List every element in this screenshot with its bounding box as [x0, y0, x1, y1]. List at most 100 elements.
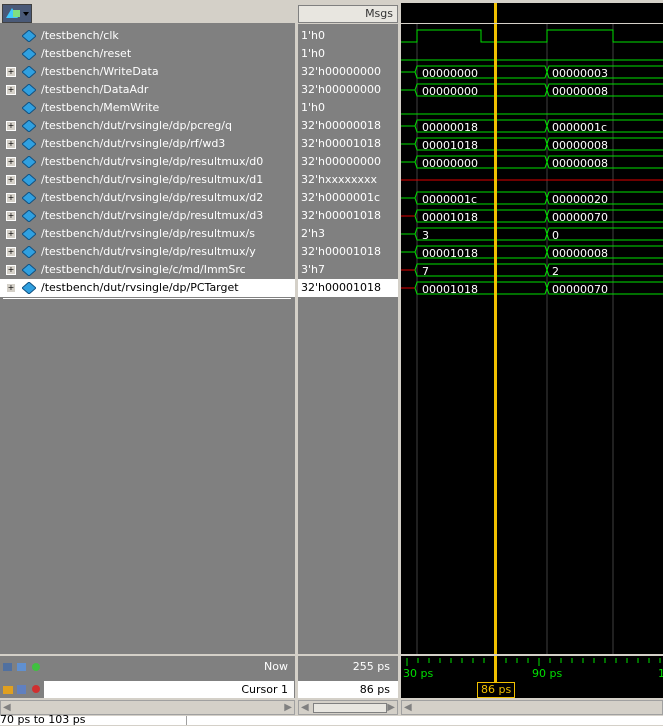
signal-diamond-icon	[22, 66, 36, 78]
expand-icon[interactable]: +	[6, 265, 16, 275]
signal-row[interactable]: + /testbench/dut/rvsingle/dp/resultmux/d0	[0, 153, 295, 171]
signal-name: /testbench/dut/rvsingle/dp/rf/wd3	[41, 137, 226, 150]
wave-header	[401, 3, 663, 23]
bus-value-label: 00000008	[552, 157, 608, 170]
msgs-header: Msgs	[298, 3, 398, 23]
signal-value-row: 32'hxxxxxxxx	[298, 171, 398, 189]
bus-value-label: 00000008	[552, 85, 608, 98]
signal-value: 32'h00001018	[301, 281, 381, 294]
bottom-left-panel: Now Cursor 1	[0, 656, 295, 698]
cursor-value-row: 86 ps	[298, 681, 398, 698]
values-scrollbar[interactable]: ◀ ▶	[298, 700, 398, 715]
signal-row[interactable]: + /testbench/dut/rvsingle/dp/resultmux/d3	[0, 207, 295, 225]
expand-icon[interactable]: +	[6, 175, 16, 185]
bus-value-label: 00000003	[552, 67, 608, 80]
bus-value-label: 00001018	[422, 247, 478, 260]
timeline-panel: 30 ps 90 ps 1 86 ps	[401, 656, 663, 698]
bus-value-label: 00001018	[422, 211, 478, 224]
signal-diamond-icon	[22, 282, 36, 294]
bus-wave-bottom	[414, 268, 663, 277]
signal-name: /testbench/dut/rvsingle/c/md/ImmSrc	[41, 263, 246, 276]
cursor-time-marker[interactable]: 86 ps	[477, 682, 516, 698]
signal-row[interactable]: /testbench/reset	[0, 45, 295, 63]
signal-value-row: 1'h0	[298, 45, 398, 63]
signal-name: /testbench/dut/rvsingle/dp/PCTarget	[41, 281, 239, 294]
signal-name: /testbench/DataAdr	[41, 83, 149, 96]
status-bar: 70 ps to 103 ps	[0, 713, 663, 726]
signal-name: /testbench/MemWrite	[41, 101, 160, 114]
signal-diamond-icon	[22, 228, 36, 240]
signal-row[interactable]: + /testbench/dut/rvsingle/dp/resultmux/d2	[0, 189, 295, 207]
bus-value-label: 7	[422, 265, 429, 278]
signal-row[interactable]: + /testbench/dut/rvsingle/dp/pcreg/q	[0, 117, 295, 135]
signal-value: 32'h00000000	[301, 155, 381, 168]
bus-wave-top	[414, 227, 663, 236]
time-tick-90: 90 ps	[532, 667, 563, 680]
signal-name: /testbench/reset	[41, 47, 132, 60]
signal-name: /testbench/dut/rvsingle/dp/resultmux/d0	[41, 155, 264, 168]
signal-value: 32'h00001018	[301, 245, 381, 258]
now-value: 255 ps	[352, 660, 390, 673]
signal-diamond-icon	[22, 156, 36, 168]
cursor-row[interactable]: Cursor 1	[44, 681, 294, 698]
signal-names-pane[interactable]: /testbench/clk/testbench/reset + /testbenc…	[0, 24, 295, 654]
signal-row[interactable]: /testbench/MemWrite	[0, 99, 295, 117]
signal-row[interactable]: + /testbench/dut/rvsingle/dp/PCTarget	[0, 279, 295, 297]
signal-value: 32'h00000018	[301, 119, 381, 132]
bottom-values-panel: 255 ps 86 ps	[298, 656, 398, 698]
signal-diamond-icon	[22, 84, 36, 96]
zoom-icon[interactable]	[3, 662, 43, 675]
signal-name: /testbench/dut/rvsingle/dp/pcreg/q	[41, 119, 232, 132]
signal-row[interactable]: + /testbench/dut/rvsingle/dp/resultmux/s	[0, 225, 295, 243]
wave-scrollbar[interactable]: ◀	[401, 700, 663, 715]
cursor-line	[494, 24, 497, 654]
signal-diamond-icon	[22, 30, 36, 42]
signal-value: 32'h0000001c	[301, 191, 381, 204]
waveform-pane[interactable]: 00000000 00000003 00000000 00000008 00000018…	[401, 24, 663, 654]
signal-values-pane[interactable]: 1'h0 1'h0 32'h00000000 32'h00000000 1'h0 32'h…	[298, 24, 398, 654]
signal-value-row: 32'h00001018	[298, 135, 398, 153]
signal-row[interactable]: /testbench/clk	[0, 27, 295, 45]
expand-icon[interactable]: +	[6, 229, 16, 239]
expand-icon[interactable]: +	[6, 193, 16, 203]
expand-icon[interactable]: +	[6, 157, 16, 167]
expand-icon[interactable]: +	[6, 121, 16, 131]
expand-icon[interactable]: +	[6, 211, 16, 221]
toolbar-header	[0, 3, 295, 24]
signal-value-row: 3'h7	[298, 261, 398, 279]
expand-icon[interactable]: +	[6, 283, 16, 293]
bus-wave-bottom	[414, 232, 663, 241]
signal-diamond-icon	[22, 120, 36, 132]
bus-value-label: 00000070	[552, 283, 608, 296]
wave-tools-icon[interactable]	[2, 4, 32, 23]
bus-value-label: 00000000	[422, 85, 478, 98]
clk-wave	[401, 29, 663, 43]
signal-row[interactable]: + /testbench/dut/rvsingle/dp/resultmux/y	[0, 243, 295, 261]
signal-value: 32'h00001018	[301, 137, 381, 150]
signal-diamond-icon	[22, 264, 36, 276]
signal-row[interactable]: + /testbench/dut/rvsingle/dp/resultmux/d1	[0, 171, 295, 189]
bus-value-label: 00000020	[552, 193, 608, 206]
expand-icon[interactable]: +	[6, 67, 16, 77]
expand-icon[interactable]: +	[6, 247, 16, 257]
signal-row[interactable]: + /testbench/WriteData	[0, 63, 295, 81]
signal-value: 2'h3	[301, 227, 325, 240]
lock-icon[interactable]	[3, 683, 43, 698]
signal-diamond-icon	[22, 210, 36, 222]
signal-row[interactable]: + /testbench/DataAdr	[0, 81, 295, 99]
bus-value-label: 00001018	[422, 139, 478, 152]
signal-name: /testbench/clk	[41, 29, 119, 42]
signal-diamond-icon	[22, 192, 36, 204]
bus-value-label: 0000001c	[422, 193, 477, 206]
signal-name: /testbench/WriteData	[41, 65, 159, 78]
signal-row[interactable]: + /testbench/dut/rvsingle/dp/rf/wd3	[0, 135, 295, 153]
bus-value-label: 00000018	[422, 121, 478, 134]
signal-name: /testbench/dut/rvsingle/dp/resultmux/y	[41, 245, 256, 258]
expand-icon[interactable]: +	[6, 85, 16, 95]
signal-value: 32'h00001018	[301, 209, 381, 222]
now-label: Now	[264, 660, 288, 673]
waveform-canvas[interactable]: 00000000 00000003 00000000 00000008 00000018…	[401, 24, 663, 654]
signal-diamond-icon	[22, 246, 36, 258]
expand-icon[interactable]: +	[6, 139, 16, 149]
signal-row[interactable]: + /testbench/dut/rvsingle/c/md/ImmSrc	[0, 261, 295, 279]
